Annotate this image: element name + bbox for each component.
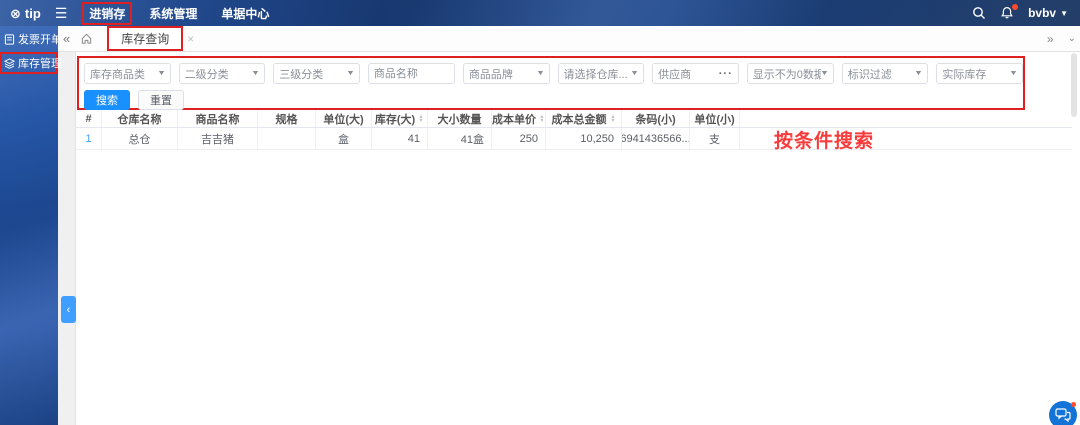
cell-qty: 41盒	[428, 128, 492, 149]
scrollbar-thumb[interactable]	[1071, 53, 1077, 117]
cell-warehouse: 总仓	[102, 128, 178, 149]
sidebar-item-label: 库存管理	[18, 58, 62, 70]
chevron-down-icon: ▼	[156, 70, 166, 77]
chat-notification-dot	[1071, 402, 1076, 407]
col-header-product-name: 商品名称	[178, 110, 258, 127]
app-logo[interactable]: ⊗ tip	[10, 6, 41, 21]
chevron-down-icon: ▼	[914, 70, 924, 77]
product-name-input[interactable]	[367, 63, 455, 84]
submenu-strip	[58, 52, 76, 425]
notification-dot	[1012, 4, 1019, 10]
notifications-bell-icon[interactable]	[1000, 4, 1019, 20]
cell-barcode-small: 6941436566...	[622, 128, 690, 149]
logo-text: tip	[24, 5, 41, 21]
topbar-right: bvbv ▼	[972, 4, 1068, 20]
chevron-down-icon: ▼	[819, 70, 829, 77]
cell-product-name: 吉吉猪	[178, 128, 258, 149]
sidebar: 发票开单 库存管理	[0, 26, 62, 425]
col-header-total-cost[interactable]: 成本总金额 ▲ ▼	[546, 110, 622, 127]
filter-buttons: 搜索 重置	[84, 90, 1023, 110]
table-row[interactable]: 1 总仓 吉吉猪 盒 41 41盒 250 10,250 6941436566.…	[76, 128, 1072, 150]
filter-warehouse-select[interactable]: 请选择仓库... ▼	[557, 63, 645, 84]
sidebar-item-inventory-management[interactable]: 库存管理	[0, 52, 62, 74]
col-header-qty: 大小数量	[428, 110, 492, 127]
cell-index: 1	[76, 128, 102, 149]
col-header-filler	[740, 110, 1072, 127]
col-header-index: #	[76, 110, 102, 127]
filter-actual-stock-select[interactable]: 实际库存 ▼	[936, 63, 1023, 84]
submenu-collapse-handle[interactable]: ‹	[61, 296, 76, 323]
filter-row: 库存商品类 ▼ 二级分类 ▼ 三级分类 ▼ 商品品牌 ▼ 请选择仓库...	[84, 63, 1023, 84]
search-button[interactable]: 搜索	[84, 90, 130, 110]
cell-spec	[258, 128, 316, 149]
col-header-unit-small: 单位(小)	[690, 110, 740, 127]
search-icon[interactable]	[972, 6, 986, 20]
filter-flag-select[interactable]: 标识过滤 ▼	[841, 63, 929, 84]
col-header-barcode-small: 条码(小)	[622, 110, 690, 127]
filter-brand-select[interactable]: 商品品牌 ▼	[462, 63, 550, 84]
table-body: 1 总仓 吉吉猪 盒 41 41盒 250 10,250 6941436566.…	[76, 128, 1072, 150]
collapse-tabs-icon[interactable]: «	[63, 31, 70, 46]
more-icon[interactable]: ···	[719, 68, 733, 80]
tabs-forward-icon[interactable]: »	[1047, 32, 1054, 46]
filter-nonzero-select[interactable]: 显示不为0数据 ▼	[746, 63, 834, 84]
col-header-spec: 规格	[258, 110, 316, 127]
chevron-down-icon: ▼	[345, 70, 355, 77]
nav-item-document-center[interactable]: 单据中心	[214, 3, 276, 24]
filter-second-category-select[interactable]: 二级分类 ▼	[178, 63, 266, 84]
customer-service-chat-button[interactable]	[1049, 401, 1077, 425]
table-header: # 仓库名称 商品名称 规格 单位(大) 库存(大) ▲ ▼ 大小数量 成本单价 ▲ ▼…	[76, 110, 1072, 128]
user-menu[interactable]: bvbv ▼	[1028, 6, 1068, 20]
chevron-down-icon: ▼	[1060, 8, 1068, 18]
filter-area: 库存商品类 ▼ 二级分类 ▼ 三级分类 ▼ 商品品牌 ▼ 请选择仓库...	[77, 56, 1025, 110]
col-header-unit-cost[interactable]: 成本单价 ▲ ▼	[492, 110, 546, 127]
chevron-down-icon: ▼	[251, 70, 261, 77]
tabs-menu-chevron-icon[interactable]: ⌄	[1068, 33, 1076, 44]
sidebar-item-label: 发票开单	[18, 34, 62, 46]
col-header-unit-large: 单位(大)	[316, 110, 372, 127]
tab-label: 库存查询	[107, 26, 184, 51]
content-area: 库存商品类 ▼ 二级分类 ▼ 三级分类 ▼ 商品品牌 ▼ 请选择仓库...	[76, 52, 1080, 425]
cell-unit-large: 盒	[316, 128, 372, 149]
invoice-icon	[4, 33, 15, 45]
chevron-down-icon: ▼	[1009, 70, 1019, 77]
chevron-down-icon: ▼	[535, 70, 545, 77]
logo-icon: ⊗	[10, 5, 21, 21]
filter-stock-category-select[interactable]: 库存商品类 ▼	[84, 63, 171, 84]
tabbar: « 库存查询 × » ⌄	[58, 26, 1080, 52]
menu-toggle-icon[interactable]: ☰	[55, 5, 68, 22]
tab-inventory-query[interactable]: 库存查询 ×	[107, 26, 194, 51]
sidebar-item-invoice-billing[interactable]: 发票开单	[0, 28, 62, 50]
username: bvbv	[1028, 6, 1057, 20]
reset-button[interactable]: 重置	[138, 90, 184, 110]
filter-third-category-select[interactable]: 三级分类 ▼	[273, 63, 360, 84]
app-window: ⊗ tip ☰ 进销存 系统管理 单据中心 bvbv ▼ 发票开单 库存管理 ‹…	[0, 0, 1080, 425]
nav-item-inventory-module[interactable]: 进销存	[82, 1, 133, 25]
nav-item-system-management[interactable]: 系统管理	[142, 3, 204, 24]
topbar: ⊗ tip ☰ 进销存 系统管理 单据中心 bvbv ▼	[0, 0, 1080, 26]
annotation-search-by-condition: 按条件搜索	[774, 131, 875, 152]
chevron-down-icon: ▼	[630, 70, 640, 77]
cell-stock-large: 41	[372, 128, 428, 149]
supplier-picker[interactable]: 供应商 ···	[652, 63, 739, 84]
vertical-scrollbar[interactable]	[1071, 53, 1077, 421]
cell-unit-small: 支	[690, 128, 740, 149]
top-navigation: 进销存 系统管理 单据中心	[82, 1, 276, 25]
sort-icon[interactable]: ▲ ▼	[418, 114, 424, 123]
sort-icon[interactable]: ▲ ▼	[539, 114, 545, 123]
sort-icon[interactable]: ▲ ▼	[610, 114, 616, 123]
inventory-table: # 仓库名称 商品名称 规格 单位(大) 库存(大) ▲ ▼ 大小数量 成本单价 ▲ ▼…	[76, 110, 1072, 150]
col-header-stock-large[interactable]: 库存(大) ▲ ▼	[372, 110, 428, 127]
layers-icon	[4, 57, 15, 69]
cell-total-cost: 10,250	[546, 128, 622, 149]
close-icon[interactable]: ×	[187, 32, 194, 46]
tabbar-right: » ⌄	[1047, 32, 1076, 46]
home-tab-icon[interactable]	[80, 32, 93, 45]
cell-unit-cost: 250	[492, 128, 546, 149]
col-header-warehouse: 仓库名称	[102, 110, 178, 127]
chat-bubbles-icon	[1055, 408, 1071, 422]
